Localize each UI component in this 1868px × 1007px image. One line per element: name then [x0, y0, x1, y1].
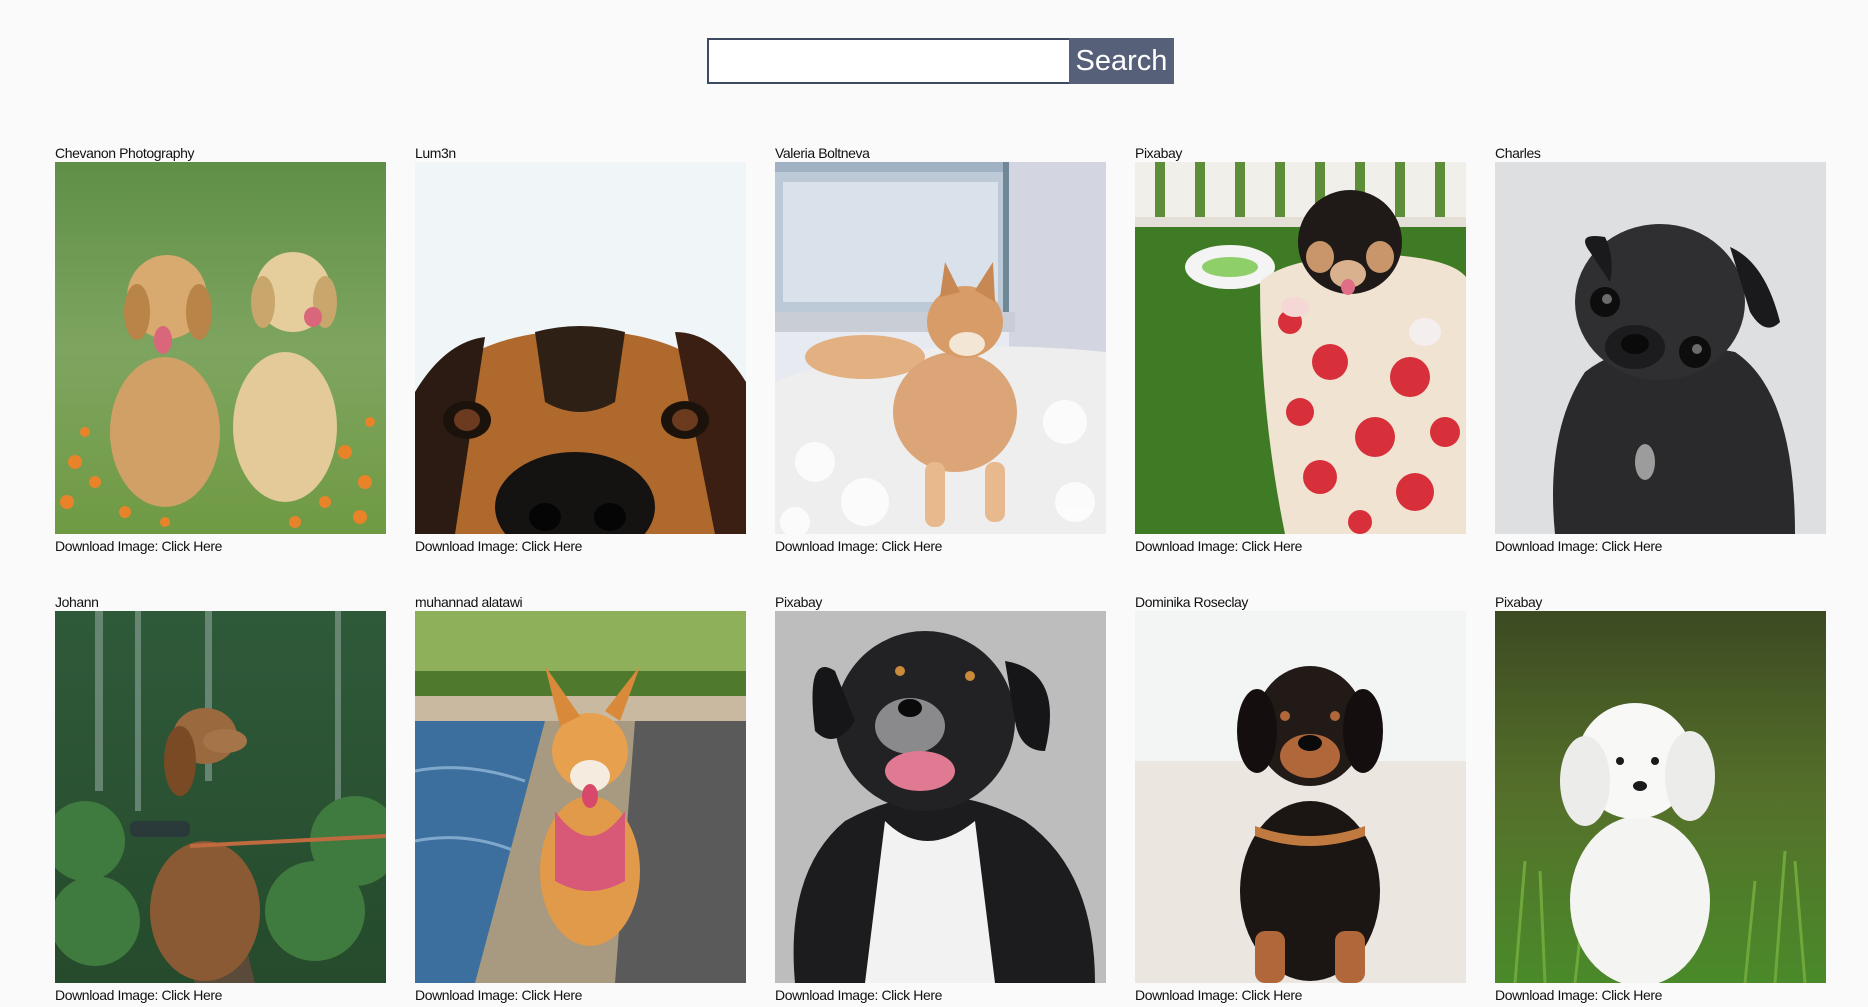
download-label: Download Image:: [415, 538, 522, 554]
photo-icon: [775, 162, 1106, 534]
dog-photo[interactable]: [775, 611, 1106, 983]
dog-photo[interactable]: [55, 611, 386, 983]
download-link[interactable]: Click Here: [521, 538, 582, 554]
photo-icon: [55, 611, 386, 983]
image-card: Valeria Boltneva Download Image: Click H…: [775, 144, 1106, 558]
image-card: Charles Download Image: Click Here: [1495, 144, 1826, 558]
photo-icon: [1135, 611, 1466, 983]
photographer-name: Pixabay: [1495, 594, 1543, 610]
download-label: Download Image:: [55, 987, 162, 1003]
dog-photo[interactable]: [415, 611, 746, 983]
photo-icon: [415, 162, 746, 534]
photographer-name: muhannad alatawi: [415, 594, 523, 610]
dog-photo[interactable]: [1495, 611, 1826, 983]
image-card: Johann Download Image: Click Here: [55, 593, 386, 1007]
image-card: Lum3n Download Image: Click Here: [415, 144, 746, 558]
photo-icon: [55, 162, 386, 534]
download-line: Download Image: Click Here: [1495, 983, 1826, 1007]
download-label: Download Image:: [1135, 538, 1242, 554]
download-line: Download Image: Click Here: [1135, 534, 1466, 558]
download-link[interactable]: Click Here: [521, 987, 582, 1003]
download-link[interactable]: Click Here: [161, 538, 222, 554]
photo-icon: [1495, 162, 1826, 534]
download-link[interactable]: Click Here: [881, 987, 942, 1003]
image-card: Pixabay Download Image: Click Here: [1135, 144, 1466, 558]
photographer-name: Dominika Roseclay: [1135, 594, 1249, 610]
download-link[interactable]: Click Here: [1601, 987, 1662, 1003]
download-label: Download Image:: [1495, 538, 1602, 554]
image-card: Pixabay Download Image: Click Here: [1495, 593, 1826, 1007]
image-grid: Chevanon Photography Download Image: Cli…: [55, 144, 1827, 1007]
photographer-name: Pixabay: [775, 594, 823, 610]
download-line: Download Image: Click Here: [1495, 534, 1826, 558]
download-link[interactable]: Click Here: [1241, 987, 1302, 1003]
photographer-name: Chevanon Photography: [55, 145, 195, 161]
dog-photo[interactable]: [55, 162, 386, 534]
download-label: Download Image:: [1495, 987, 1602, 1003]
download-line: Download Image: Click Here: [55, 534, 386, 558]
photographer-name: Pixabay: [1135, 145, 1183, 161]
download-link[interactable]: Click Here: [1601, 538, 1662, 554]
download-line: Download Image: Click Here: [55, 983, 386, 1007]
search-button[interactable]: Search: [1069, 38, 1174, 84]
download-label: Download Image:: [1135, 987, 1242, 1003]
search-input[interactable]: [707, 38, 1069, 84]
download-line: Download Image: Click Here: [415, 983, 746, 1007]
photo-icon: [1135, 162, 1466, 534]
photo-icon: [775, 611, 1106, 983]
photographer-name: Lum3n: [415, 145, 456, 161]
dog-photo[interactable]: [775, 162, 1106, 534]
image-card: muhannad alatawi Download Image: Click H…: [415, 593, 746, 1007]
photo-icon: [1495, 611, 1826, 983]
image-card: Dominika Roseclay Download Image: Click …: [1135, 593, 1466, 1007]
download-link[interactable]: Click Here: [881, 538, 942, 554]
download-link[interactable]: Click Here: [161, 987, 222, 1003]
dog-photo[interactable]: [1135, 162, 1466, 534]
image-card: Chevanon Photography Download Image: Cli…: [55, 144, 386, 558]
download-link[interactable]: Click Here: [1241, 538, 1302, 554]
dog-photo[interactable]: [415, 162, 746, 534]
photo-icon: [415, 611, 746, 983]
search-bar: Search: [707, 38, 1174, 84]
download-label: Download Image:: [415, 987, 522, 1003]
download-label: Download Image:: [55, 538, 162, 554]
photographer-name: Valeria Boltneva: [775, 145, 870, 161]
photographer-name: Charles: [1495, 145, 1541, 161]
download-line: Download Image: Click Here: [775, 983, 1106, 1007]
dog-photo[interactable]: [1135, 611, 1466, 983]
download-label: Download Image:: [775, 987, 882, 1003]
photographer-name: Johann: [55, 594, 99, 610]
download-line: Download Image: Click Here: [415, 534, 746, 558]
download-line: Download Image: Click Here: [1135, 983, 1466, 1007]
image-card: Pixabay Download Image: Click Here: [775, 593, 1106, 1007]
download-line: Download Image: Click Here: [775, 534, 1106, 558]
dog-photo[interactable]: [1495, 162, 1826, 534]
download-label: Download Image:: [775, 538, 882, 554]
